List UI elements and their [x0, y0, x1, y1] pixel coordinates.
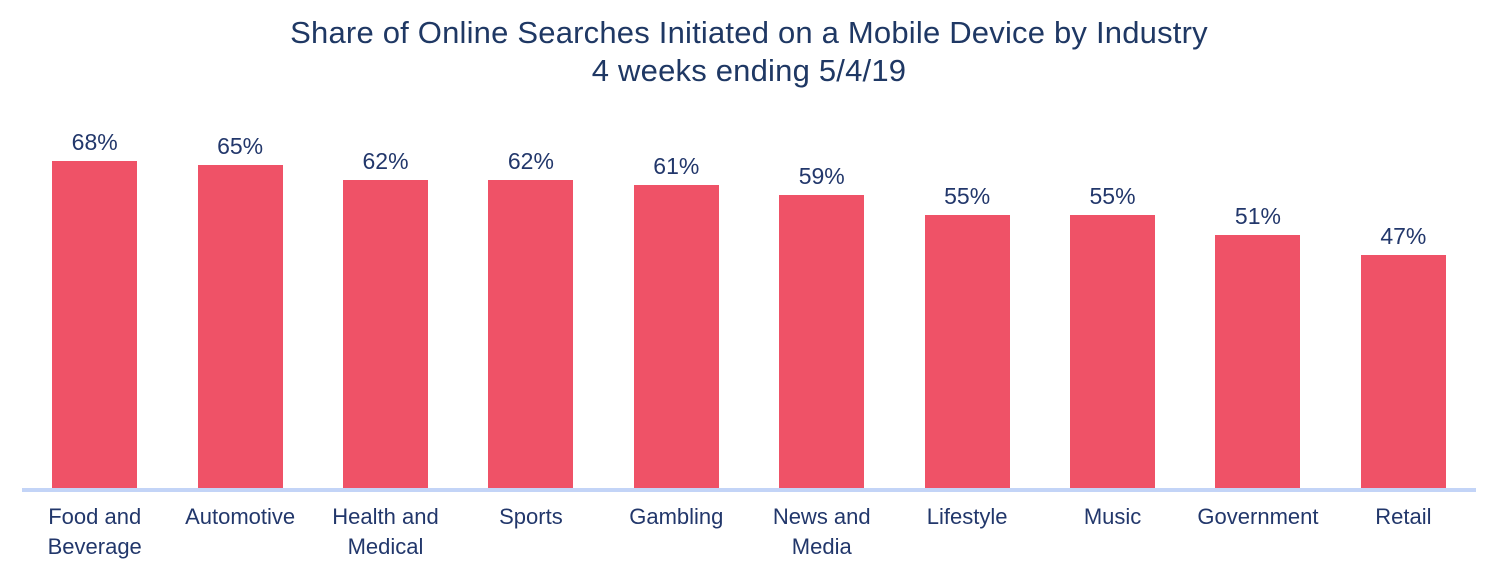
bar-value-label: 62% — [362, 148, 409, 175]
x-axis-label-line-1: News and — [772, 504, 871, 529]
bar-value-label: 65% — [217, 133, 264, 160]
x-axis-label-line-2: Media — [791, 534, 852, 559]
x-axis-label: Government — [1185, 502, 1330, 532]
bar-value-label: 55% — [1089, 183, 1136, 210]
x-axis-label-line-2: Medical — [347, 534, 424, 559]
bar-slot: 47% — [1331, 130, 1476, 491]
bar[interactable] — [343, 180, 429, 491]
x-axis-label-line-1: Retail — [1375, 504, 1432, 529]
x-axis-line — [22, 488, 1476, 492]
x-axis-label: Food and Beverage — [22, 502, 167, 562]
bar-value-label: 47% — [1380, 223, 1427, 250]
x-axis-label: Health and Medical — [313, 502, 458, 562]
x-axis-category-labels: Food and Beverage Automotive Health and Medi… — [22, 502, 1476, 572]
plot-area: 68% 65% 62% 62% 61% 59% 55% 55% 51% 47% — [22, 130, 1476, 491]
chart-title-line-2: 4 weeks ending 5/4/19 — [591, 53, 907, 88]
x-axis-label-line-1: Lifestyle — [926, 504, 1008, 529]
bar[interactable] — [52, 161, 138, 491]
x-axis-label: Retail — [1331, 502, 1476, 532]
bar[interactable] — [633, 185, 719, 491]
bar-slot: 55% — [894, 130, 1039, 491]
bar-chart: Share of Online Searches Initiated on a … — [0, 0, 1498, 577]
bar-value-label: 62% — [507, 148, 554, 175]
x-axis-label: Automotive — [167, 502, 312, 532]
x-axis-label-line-1: Gambling — [629, 504, 724, 529]
bar-slot: 62% — [458, 130, 603, 491]
bar-slot: 51% — [1185, 130, 1330, 491]
x-axis-label: News and Media — [749, 502, 894, 562]
x-axis-label: Gambling — [604, 502, 749, 532]
bar-value-label: 59% — [798, 163, 845, 190]
bar[interactable] — [924, 215, 1010, 491]
bar[interactable] — [1360, 255, 1446, 491]
bar-value-label: 55% — [944, 183, 991, 210]
bar-slot: 55% — [1040, 130, 1185, 491]
x-axis-label-line-2: Beverage — [47, 534, 142, 559]
x-axis-label: Music — [1040, 502, 1185, 532]
x-axis-label: Sports — [458, 502, 603, 532]
bar[interactable] — [1215, 235, 1301, 491]
x-axis-label-line-1: Automotive — [185, 504, 296, 529]
bar-series: 68% 65% 62% 62% 61% 59% 55% 55% 51% 47% — [22, 130, 1476, 491]
bar-slot: 68% — [22, 130, 167, 491]
x-axis-label-line-1: Food and — [48, 504, 142, 529]
bar-value-label: 61% — [653, 153, 700, 180]
bar[interactable] — [779, 195, 865, 491]
chart-title: Share of Online Searches Initiated on a … — [0, 14, 1498, 90]
x-axis-label-line-1: Music — [1083, 504, 1142, 529]
bar-slot: 65% — [167, 130, 312, 491]
x-axis-label-line-1: Government — [1197, 504, 1319, 529]
bar-value-label: 51% — [1234, 203, 1281, 230]
bar-value-label: 68% — [71, 129, 118, 155]
bar-slot: 61% — [604, 130, 749, 491]
x-axis-label: Lifestyle — [894, 502, 1039, 532]
x-axis-label-line-1: Sports — [499, 504, 563, 529]
x-axis-label-line-1: Health and — [332, 504, 439, 529]
chart-title-line-1: Share of Online Searches Initiated on a … — [290, 15, 1208, 50]
bar-slot: 59% — [749, 130, 894, 491]
bar[interactable] — [197, 165, 283, 491]
bar[interactable] — [488, 180, 574, 491]
bar-slot: 62% — [313, 130, 458, 491]
bar[interactable] — [1070, 215, 1156, 491]
